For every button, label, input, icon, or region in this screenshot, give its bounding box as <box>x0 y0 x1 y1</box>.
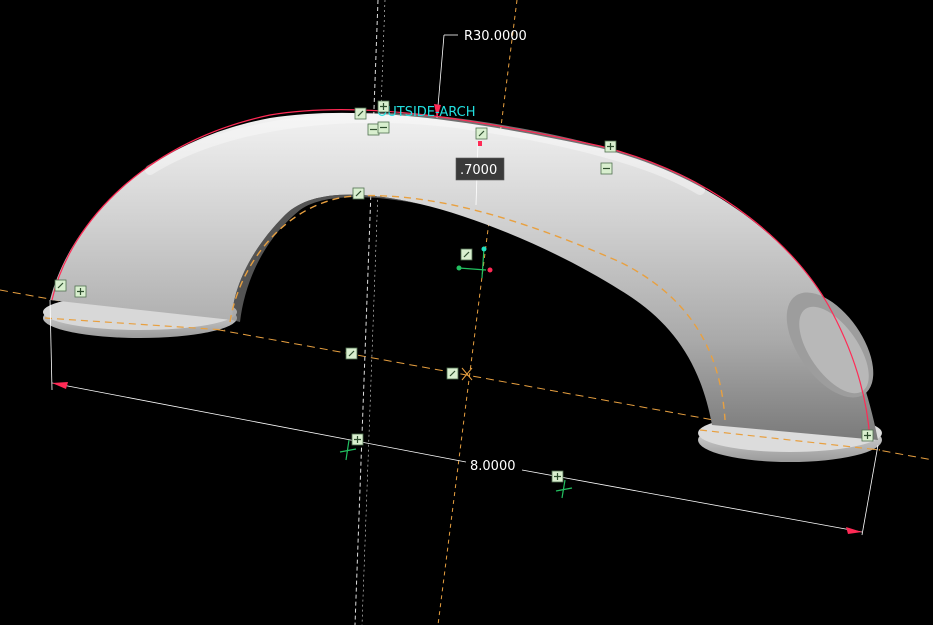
crosshair-marker-right <box>555 479 573 499</box>
constraint-square-icon[interactable] <box>377 121 390 134</box>
length-dimension-value: 8.0000 <box>470 459 516 474</box>
constraint-square-icon[interactable] <box>551 470 564 483</box>
constraint-square-icon[interactable] <box>345 347 358 360</box>
constraint-square-icon[interactable] <box>352 187 365 200</box>
constraint-square-icon[interactable] <box>446 367 459 380</box>
constraint-square-icon[interactable] <box>74 285 87 298</box>
constraint-square-icon[interactable] <box>460 248 473 261</box>
constraint-square-icon[interactable] <box>354 107 367 120</box>
constraint-square-icon[interactable] <box>351 433 364 446</box>
outside-arch-label[interactable]: OUTSIDE-ARCH <box>377 105 476 120</box>
constraint-square-icon[interactable] <box>475 127 488 140</box>
cad-viewport[interactable]: 8.0000 R30.0000 .7000 OUTSIDE-ARCH <box>0 0 933 625</box>
radius-dimension-value: R30.0000 <box>464 29 527 44</box>
constraint-square-icon[interactable] <box>377 100 390 113</box>
constraint-square-icon[interactable] <box>54 279 67 292</box>
thickness-dimension-value: .7000 <box>460 163 497 178</box>
constraint-square-icon[interactable] <box>600 162 613 175</box>
constraint-square-icon[interactable] <box>861 429 874 442</box>
constraint-square-icon[interactable] <box>604 140 617 153</box>
constraint-square-icon[interactable] <box>367 123 380 136</box>
